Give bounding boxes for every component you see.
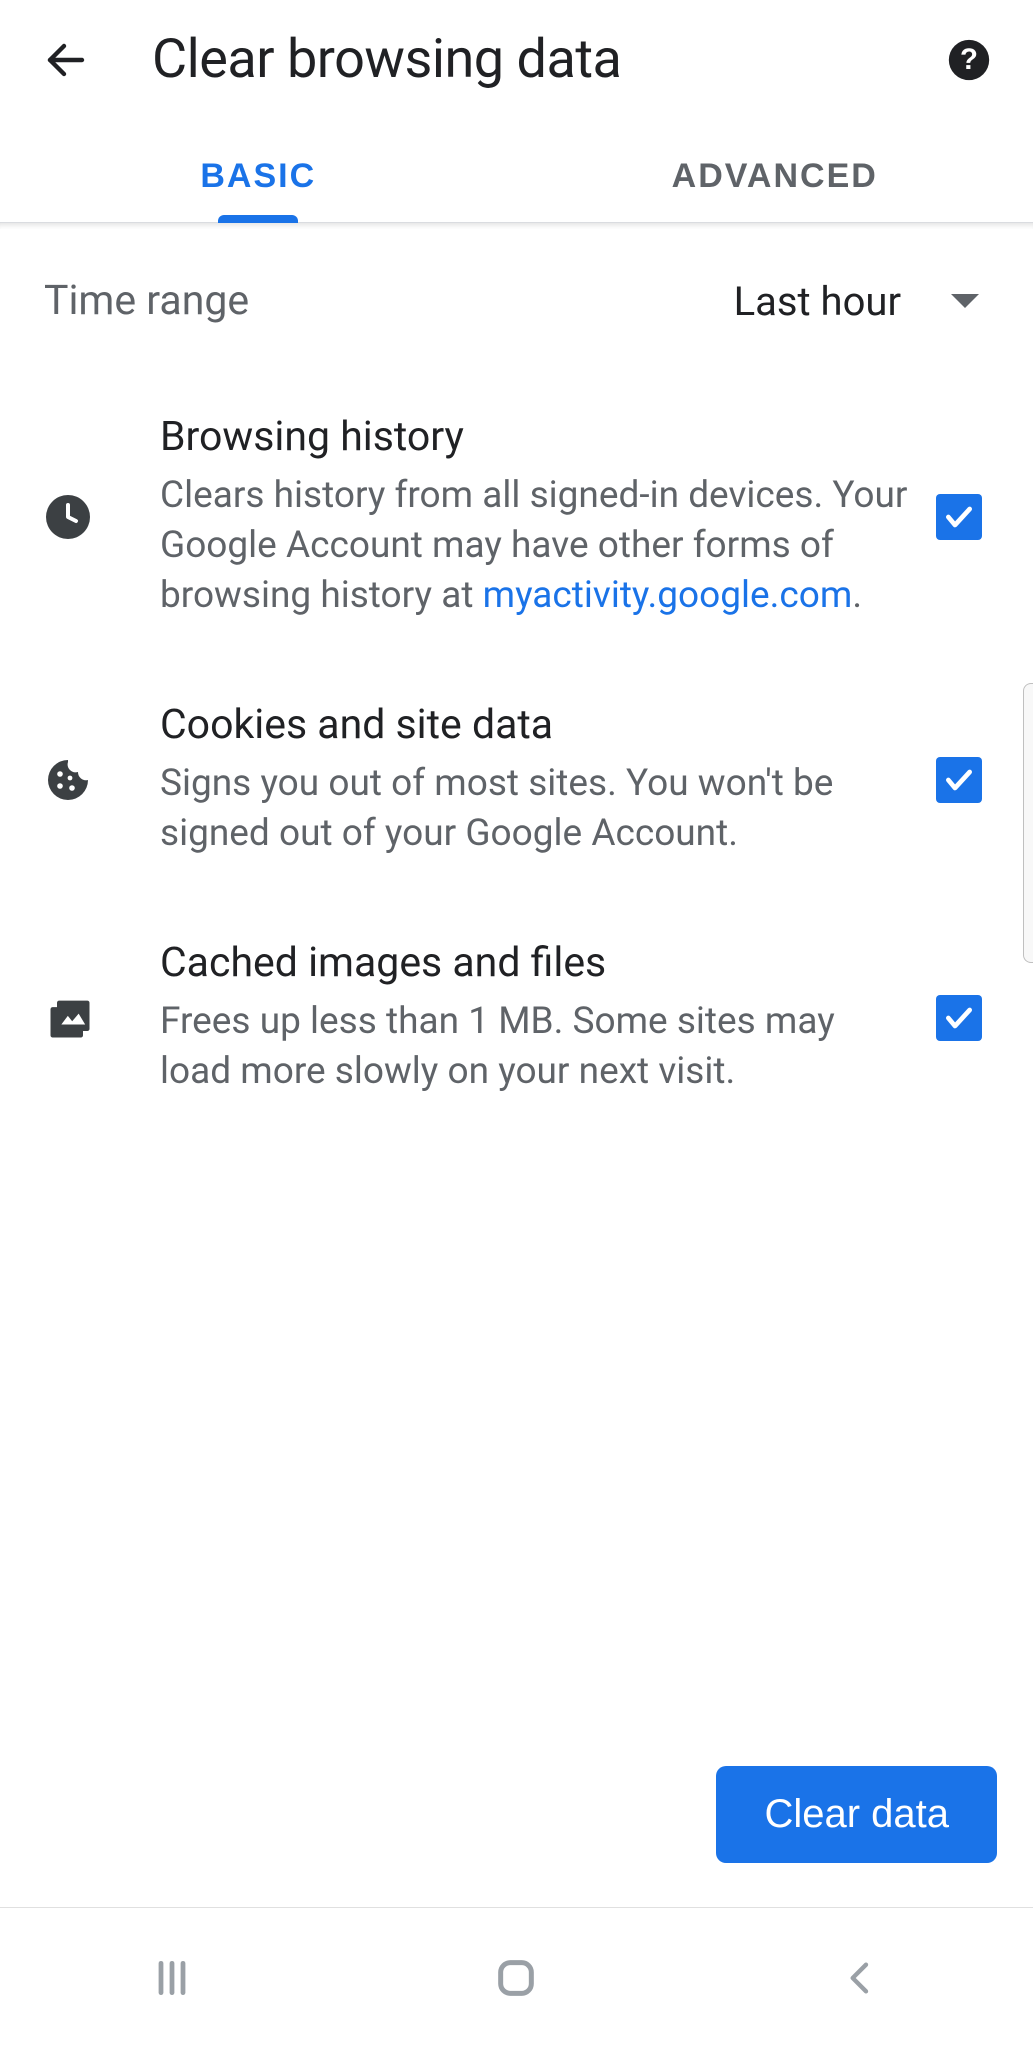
myactivity-link[interactable]: myactivity.google.com xyxy=(483,574,853,617)
time-range-row: Time range Last hour xyxy=(0,229,1033,373)
time-range-value: Last hour xyxy=(734,278,901,325)
tab-advanced[interactable]: ADVANCED xyxy=(517,131,1033,222)
check-icon xyxy=(943,1002,975,1034)
clear-data-button[interactable]: Clear data xyxy=(716,1766,997,1863)
help-button[interactable]: ? xyxy=(945,36,993,84)
time-range-select[interactable]: Last hour xyxy=(734,278,989,325)
help-icon: ? xyxy=(947,38,991,82)
option-cached-images[interactable]: Cached images and files Frees up less th… xyxy=(0,899,1033,1137)
option-browsing-history[interactable]: Browsing history Clears history from all… xyxy=(0,373,1033,661)
option-cookies[interactable]: Cookies and site data Signs you out of m… xyxy=(0,661,1033,899)
checkbox-cookies[interactable] xyxy=(936,757,982,803)
option-title: Browsing history xyxy=(160,413,909,461)
svg-text:?: ? xyxy=(960,43,978,76)
content: Time range Last hour Browsing history Cl… xyxy=(0,223,1033,1908)
chevron-left-icon xyxy=(841,1958,881,1998)
home-button[interactable] xyxy=(416,1938,616,2018)
page-title: Clear browsing data xyxy=(152,28,945,91)
time-range-label: Time range xyxy=(44,277,734,325)
check-icon xyxy=(943,764,975,796)
scrollbar[interactable] xyxy=(1023,683,1033,963)
checkbox-cached-images[interactable] xyxy=(936,995,982,1041)
check-icon xyxy=(943,501,975,533)
option-title: Cookies and site data xyxy=(160,701,909,749)
option-description: Clears history from all signed-in device… xyxy=(160,471,909,621)
nav-back-button[interactable] xyxy=(761,1938,961,2018)
recents-button[interactable] xyxy=(72,1938,272,2018)
arrow-left-icon xyxy=(42,36,90,84)
chevron-down-icon xyxy=(951,294,979,308)
footer: Clear data xyxy=(0,1766,1033,1908)
back-button[interactable] xyxy=(40,34,92,86)
header: Clear browsing data ? xyxy=(0,0,1033,131)
recents-icon xyxy=(150,1956,194,2000)
checkbox-browsing-history[interactable] xyxy=(936,494,982,540)
tab-basic[interactable]: BASIC xyxy=(0,131,517,222)
images-icon xyxy=(44,992,160,1044)
tabs: BASIC ADVANCED xyxy=(0,131,1033,223)
history-icon xyxy=(44,493,160,541)
option-description: Signs you out of most sites. You won't b… xyxy=(160,759,909,859)
cookie-icon xyxy=(44,756,160,804)
home-icon xyxy=(493,1955,539,2001)
option-description: Frees up less than 1 MB. Some sites may … xyxy=(160,997,909,1097)
system-navigation-bar xyxy=(0,1908,1033,2048)
option-title: Cached images and files xyxy=(160,939,909,987)
